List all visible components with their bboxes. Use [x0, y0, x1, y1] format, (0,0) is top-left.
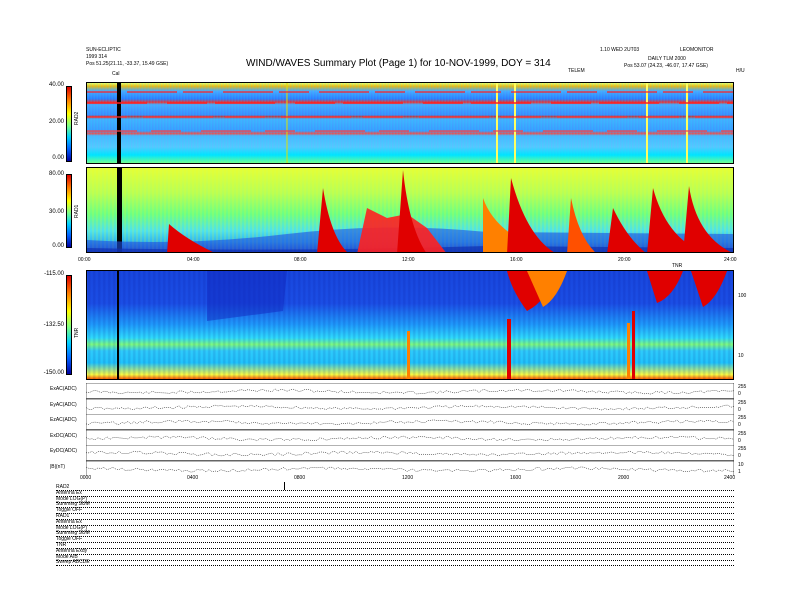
- time-tick-top-6: 24:00: [724, 257, 737, 263]
- time-tick-top-5: 20:00: [618, 257, 631, 263]
- trace-right-tick: 10: [738, 461, 744, 468]
- trace-panel: [86, 398, 734, 414]
- rad2-axis-label: RAD2: [74, 111, 80, 125]
- tnr-side-label: TNR: [672, 263, 683, 269]
- trace-panel: [86, 460, 734, 476]
- trace-label: |B|(nT): [50, 463, 66, 470]
- rad1-colorbar: [66, 174, 72, 248]
- trace-label: EzAC(ADC): [50, 417, 77, 423]
- time-tick-top-0: 00:00: [78, 257, 91, 263]
- rad1-tick-top: 80.00: [48, 171, 64, 177]
- header-left-line1: SUN-ECLIPTIC: [86, 47, 121, 53]
- trace-line: [86, 450, 734, 457]
- time-tick-bottom-5: 2000: [618, 475, 630, 481]
- trace-right-tick: 0: [738, 391, 741, 397]
- tnr-spectrogram: [86, 270, 734, 380]
- trace-line: [86, 466, 734, 472]
- header-right-line3: Pos 53.07 (24.23, -46.07, 17.47 GSE): [624, 63, 708, 69]
- trace-right-tick: 255: [738, 399, 747, 406]
- trace-right-tick: 255: [738, 415, 747, 421]
- trace-right-tick: 255: [738, 384, 747, 390]
- time-tick-bottom-2: 0800: [294, 475, 306, 481]
- rad2-spectrogram: [86, 82, 734, 164]
- cal-marker-label: Cal: [112, 71, 120, 77]
- time-tick-bottom-0: 0000: [80, 475, 92, 481]
- time-tick-bottom-6: 2400: [724, 475, 736, 481]
- header-right-line2: DAILY TLM 2000: [648, 56, 686, 62]
- header-left-line3: Pos 51.25(21.11, -33.37, 15.49 GSE): [86, 61, 169, 67]
- rad1-tick-bottom: 0.00: [52, 243, 64, 249]
- time-tick-top-4: 16:00: [510, 257, 523, 263]
- header-right-line1: LEOMONITOR: [680, 47, 714, 53]
- tnr-colorbar: [66, 275, 72, 375]
- rad1-tick-mid: 30.00: [48, 209, 64, 215]
- trace-right-tick: 0: [738, 437, 741, 444]
- trace-panel: [86, 445, 734, 461]
- rad2-tick-mid: 20.00: [48, 119, 64, 125]
- time-tick-bottom-1: 0400: [187, 475, 199, 481]
- trace-right-tick: 1: [738, 468, 741, 475]
- trace-right-tick: 0: [738, 453, 741, 459]
- rad2-tick-top: 40.00: [48, 82, 64, 88]
- time-tick-bottom-4: 1600: [510, 475, 522, 481]
- trace-line: [86, 388, 734, 395]
- trace-panel: [86, 414, 734, 430]
- trace-line: [86, 419, 734, 426]
- trace-line: [86, 404, 734, 410]
- trace-line: [86, 435, 734, 441]
- rad1-axis-label: RAD1: [74, 204, 80, 218]
- tnr-right-tick-100: 100: [738, 293, 747, 299]
- header-left-line2: 1999 314: [86, 54, 107, 60]
- page-mark: H/U: [736, 68, 745, 74]
- page-title: WIND/WAVES Summary Plot (Page 1) for 10-…: [246, 58, 551, 69]
- time-tick-top-1: 04:00: [187, 257, 200, 263]
- tnr-tick-bottom: -150.00: [43, 370, 64, 376]
- tnr-tick-top: -115.00: [44, 271, 64, 277]
- trace-label: EyAC(ADC): [50, 401, 77, 408]
- trace-panel: [86, 383, 734, 399]
- trace-label: ExDC(ADC): [50, 432, 77, 439]
- rad2-colorbar: [66, 86, 72, 162]
- tnr-tick-mid: -132.50: [43, 322, 64, 328]
- time-tick-top-2: 08:00: [294, 257, 307, 263]
- header-center-right: 1.10 WED 2UT03: [600, 47, 640, 53]
- footer-tnr-row: Sweep ABCDE: [56, 559, 734, 567]
- trace-label: EyDC(ADC): [50, 448, 77, 454]
- trace-label: ExAC(ADC): [50, 386, 77, 392]
- trace-right-tick: 255: [738, 446, 747, 452]
- tnr-axis-label: TNR: [74, 327, 80, 338]
- time-tick-top-3: 12:00: [402, 257, 415, 263]
- trace-right-tick: 0: [738, 422, 741, 428]
- tnr-right-tick-10: 10: [738, 353, 744, 359]
- trace-right-tick: 255: [738, 430, 747, 437]
- time-tick-bottom-3: 1200: [402, 475, 414, 481]
- trace-right-tick: 0: [738, 406, 741, 413]
- trace-panel: [86, 429, 734, 445]
- rad1-spectrogram: [86, 167, 734, 253]
- telem-label: TELEM: [568, 68, 585, 74]
- rad2-tick-bottom: 0.00: [52, 155, 64, 161]
